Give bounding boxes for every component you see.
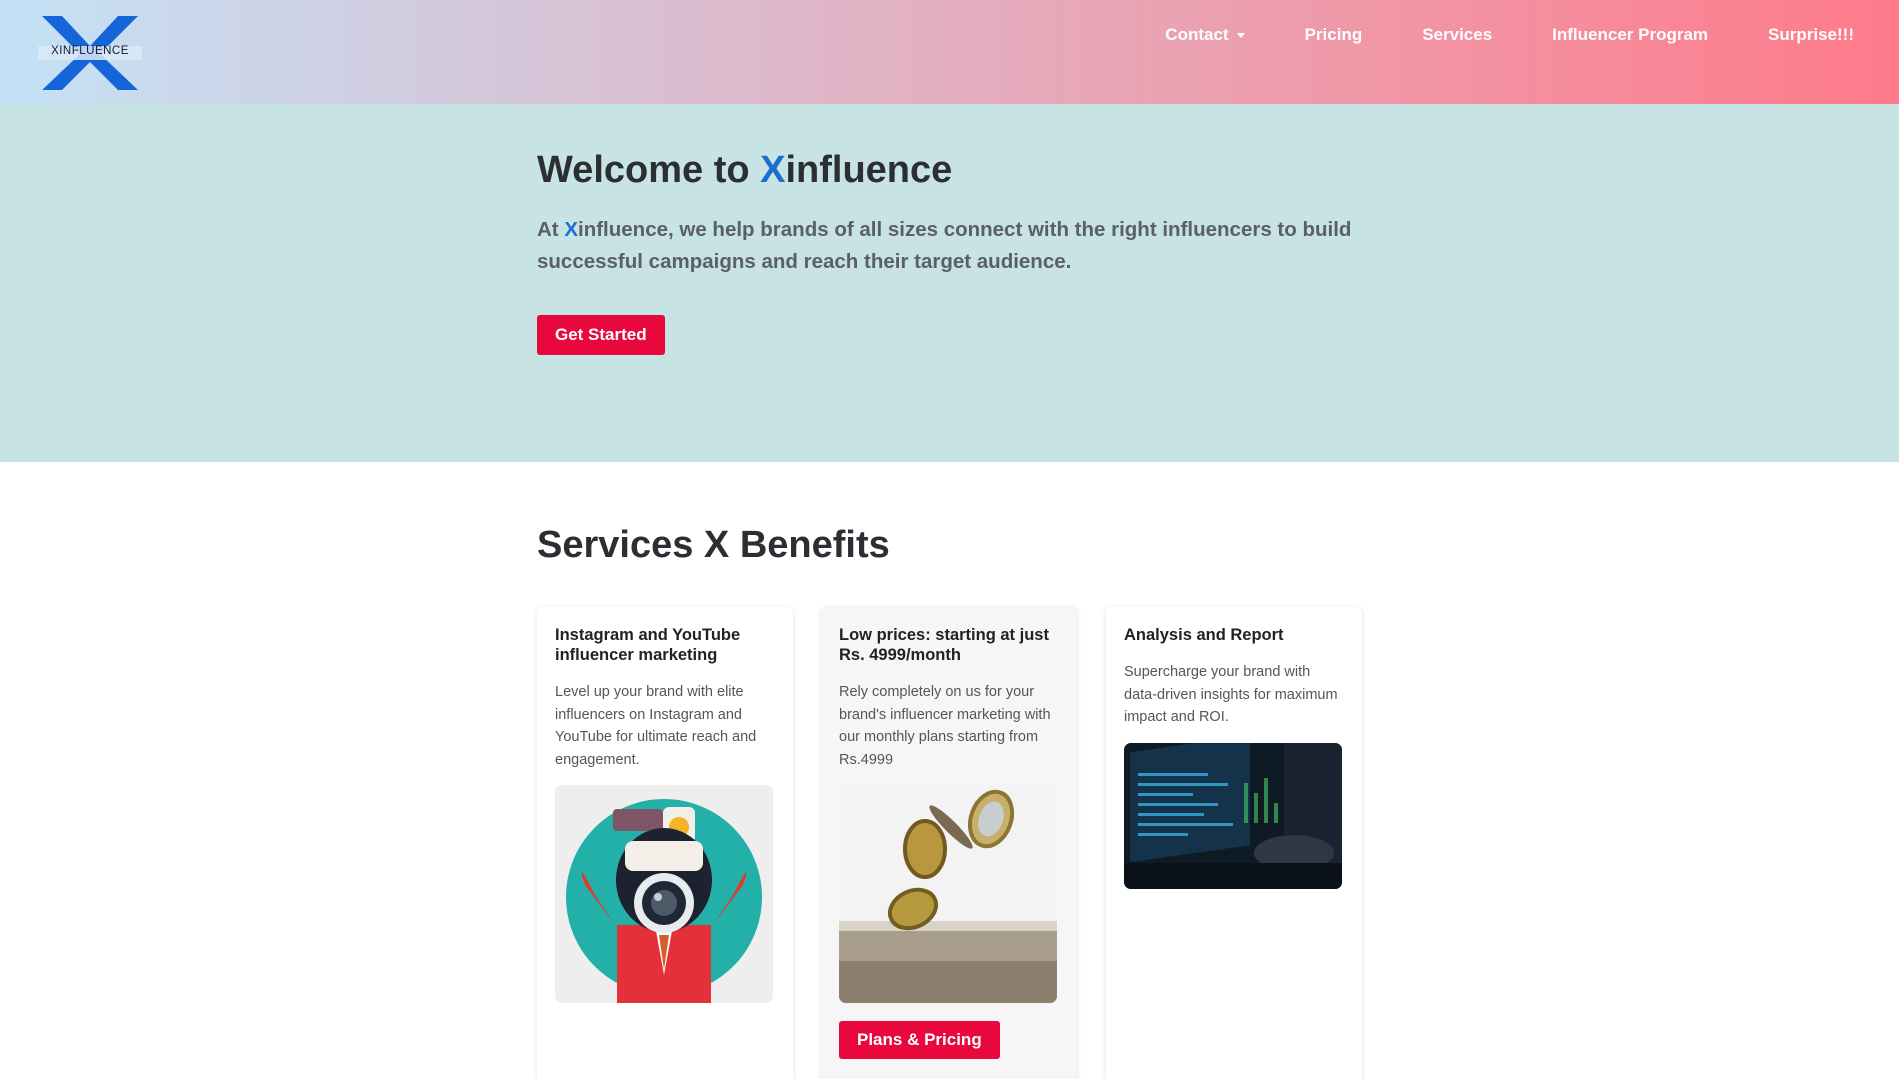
hero-title-prefix: Welcome to: [537, 149, 761, 191]
hero-section: Welcome to Xinfluence At Xinfluence, we …: [0, 104, 1899, 462]
logo-text: XINFLUENCE: [51, 45, 129, 57]
service-card-pricing: Low prices: starting at just Rs. 4999/mo…: [821, 607, 1077, 1079]
plans-pricing-button[interactable]: Plans & Pricing: [839, 1021, 1000, 1059]
nav-influencer-program[interactable]: Influencer Program: [1552, 25, 1708, 45]
nav-services[interactable]: Services: [1422, 25, 1492, 45]
hero-title: Welcome to Xinfluence: [537, 148, 1367, 194]
card-description: Level up your brand with elite influence…: [555, 684, 757, 768]
card-description: Supercharge your brand with data-driven …: [1124, 664, 1338, 725]
nav-pricing[interactable]: Pricing: [1305, 25, 1363, 45]
hero-desc-suffix: influence, we help brands of all sizes c…: [537, 217, 1352, 273]
card-title: Low prices: starting at just Rs. 4999/mo…: [839, 626, 1049, 664]
navbar: XINFLUENCE Contact Pricing Services Infl…: [0, 0, 1899, 104]
card-title: Instagram and YouTube influencer marketi…: [555, 626, 741, 664]
nav-contact[interactable]: Contact: [1165, 25, 1245, 45]
hero-content: Welcome to Xinfluence At Xinfluence, we …: [537, 148, 1367, 355]
hero-desc-accent: X: [564, 217, 579, 241]
service-card-social: Instagram and YouTube influencer marketi…: [537, 607, 793, 1079]
nav-surprise[interactable]: Surprise!!!: [1768, 25, 1854, 45]
camera-character-illustration-icon: [555, 785, 773, 1003]
hero-desc-prefix: At: [537, 217, 565, 241]
services-title: Services X Benefits: [537, 524, 890, 566]
nav-contact-label: Contact: [1165, 25, 1229, 44]
get-started-button[interactable]: Get Started: [537, 314, 665, 355]
main-nav: Contact Pricing Services Influencer Prog…: [1135, 0, 1899, 70]
card-title: Analysis and Report: [1124, 626, 1284, 644]
service-card-analysis: Analysis and Report Supercharge your bra…: [1106, 607, 1362, 1079]
hero-description: At Xinfluence, we help brands of all siz…: [537, 214, 1367, 278]
hero-title-accent: X: [760, 149, 786, 191]
data-screen-photo-icon: [1124, 742, 1342, 889]
brand-logo[interactable]: XINFLUENCE: [38, 12, 142, 92]
falling-coins-photo-icon: [839, 785, 1057, 1003]
hero-title-suffix: influence: [785, 149, 953, 191]
caret-down-icon: [1236, 32, 1245, 38]
card-description: Rely completely on us for your brand's i…: [839, 684, 1051, 768]
